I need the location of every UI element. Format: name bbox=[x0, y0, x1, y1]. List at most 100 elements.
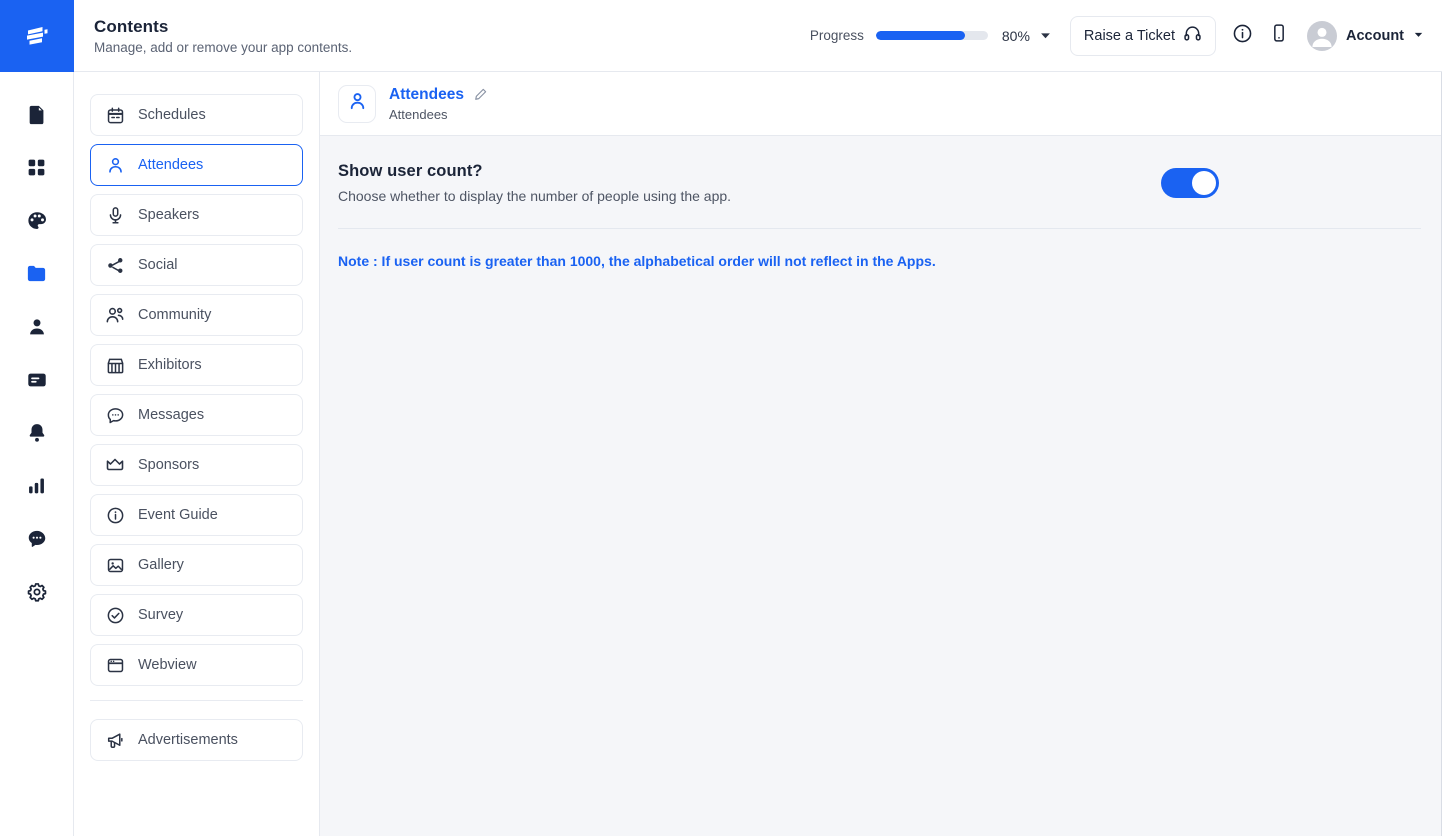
rail-item-appearance[interactable] bbox=[0, 194, 74, 247]
progress-label: Progress bbox=[809, 28, 864, 43]
content-title: Attendees bbox=[389, 85, 464, 103]
settings-panel: Show user count? Choose whether to displ… bbox=[320, 136, 1441, 836]
menu-item-label: Webview bbox=[138, 657, 197, 673]
content-header: Attendees Attendees bbox=[320, 72, 1441, 136]
person-icon bbox=[105, 155, 125, 175]
check-circle-icon bbox=[105, 605, 125, 625]
people-icon bbox=[105, 305, 125, 325]
card-list-icon bbox=[26, 369, 48, 391]
contents-menu-column: Schedules Attendees Speakers Social Comm… bbox=[74, 0, 320, 836]
crown-icon bbox=[105, 455, 125, 475]
menu-item-label: Schedules bbox=[138, 107, 206, 123]
rail-item-people[interactable] bbox=[0, 300, 74, 353]
menu-item-exhibitors[interactable]: Exhibitors bbox=[90, 344, 303, 386]
info-button[interactable] bbox=[1232, 23, 1253, 49]
content-header-text: Attendees Attendees bbox=[389, 86, 488, 122]
bell-icon bbox=[26, 422, 48, 444]
info-circle-icon bbox=[105, 505, 125, 525]
menu-item-label: Advertisements bbox=[138, 732, 238, 748]
mobile-phone-icon bbox=[1269, 23, 1289, 48]
menu-item-label: Attendees bbox=[138, 157, 204, 173]
progress-bar-fill bbox=[875, 31, 966, 40]
menu-item-label: Sponsors bbox=[138, 457, 200, 473]
menu-item-survey[interactable]: Survey bbox=[90, 594, 303, 636]
headset-icon bbox=[1183, 24, 1202, 47]
palette-icon bbox=[26, 210, 48, 232]
setting-description: Choose whether to display the number of … bbox=[338, 188, 732, 204]
menu-item-schedules[interactable]: Schedules bbox=[90, 94, 303, 136]
rail-item-notifications[interactable] bbox=[0, 406, 74, 459]
image-icon bbox=[105, 555, 125, 575]
grid-apps-icon bbox=[26, 157, 47, 178]
setting-title: Show user count? bbox=[338, 162, 483, 180]
content-scroll-area: Attendees Attendees Show user count? Cho… bbox=[320, 72, 1441, 836]
account-label: Account bbox=[1346, 27, 1404, 44]
info-circle-icon bbox=[1232, 23, 1253, 49]
rail-item-settings[interactable] bbox=[0, 565, 74, 618]
toggle-knob bbox=[1192, 171, 1216, 195]
menu-item-social[interactable]: Social bbox=[90, 244, 303, 286]
gear-icon bbox=[26, 581, 48, 603]
show-user-count-toggle[interactable] bbox=[1161, 168, 1219, 198]
menu-item-label: Survey bbox=[138, 607, 184, 623]
page-title: Contents bbox=[94, 16, 169, 36]
show-user-count-setting: Show user count? Choose whether to displ… bbox=[338, 136, 1421, 228]
rail-item-apps[interactable] bbox=[0, 141, 74, 194]
pencil-edit-icon[interactable] bbox=[473, 87, 488, 102]
person-icon bbox=[26, 316, 48, 338]
calendar-icon bbox=[105, 105, 125, 125]
chat-bubble-icon bbox=[26, 528, 48, 550]
chat-bubble-icon bbox=[105, 405, 125, 425]
page-subtitle: Manage, add or remove your app contents. bbox=[94, 39, 353, 55]
menu-item-gallery[interactable]: Gallery bbox=[90, 544, 303, 586]
rail-item-document[interactable] bbox=[0, 88, 74, 141]
menu-item-advertisements[interactable]: Advertisements bbox=[90, 719, 303, 761]
progress-percent: 80% bbox=[1001, 27, 1030, 44]
menu-item-label: Community bbox=[138, 307, 212, 323]
top-bar: Contents Manage, add or remove your app … bbox=[74, 0, 1442, 72]
note-text: Note : If user count is greater than 100… bbox=[338, 253, 936, 269]
top-bar-controls: Progress 80% Raise a Ticket Account bbox=[809, 15, 1424, 56]
menu-item-event-guide[interactable]: Event Guide bbox=[90, 494, 303, 536]
menu-item-sponsors[interactable]: Sponsors bbox=[90, 444, 303, 486]
browser-window-icon bbox=[105, 655, 125, 675]
menu-item-speakers[interactable]: Speakers bbox=[90, 194, 303, 236]
rail-item-analytics[interactable] bbox=[0, 459, 74, 512]
raise-ticket-label: Raise a Ticket bbox=[1083, 27, 1175, 44]
menu-item-messages[interactable]: Messages bbox=[90, 394, 303, 436]
contents-menu-list: Schedules Attendees Speakers Social Comm… bbox=[74, 72, 319, 769]
person-icon bbox=[347, 91, 368, 117]
raise-ticket-button[interactable]: Raise a Ticket bbox=[1069, 15, 1216, 56]
content-title-row: Attendees bbox=[389, 86, 488, 104]
menu-item-label: Exhibitors bbox=[138, 357, 202, 373]
store-icon bbox=[105, 355, 125, 375]
icon-rail bbox=[0, 0, 74, 836]
content-icon-box bbox=[338, 84, 376, 123]
app-root: Schedules Attendees Speakers Social Comm… bbox=[0, 0, 1442, 836]
rail-item-cards[interactable] bbox=[0, 353, 74, 406]
megaphone-icon bbox=[105, 730, 125, 750]
progress-bar[interactable] bbox=[875, 31, 988, 40]
menu-item-label: Social bbox=[138, 257, 178, 273]
menu-item-webview[interactable]: Webview bbox=[90, 644, 303, 686]
bar-chart-icon bbox=[26, 475, 47, 496]
avatar bbox=[1307, 20, 1337, 51]
setting-text-block: Show user count? Choose whether to displ… bbox=[338, 162, 1161, 204]
account-menu[interactable]: Account bbox=[1307, 20, 1424, 51]
menu-item-community[interactable]: Community bbox=[90, 294, 303, 336]
rail-item-contents[interactable] bbox=[0, 247, 74, 300]
mobile-preview-button[interactable] bbox=[1269, 23, 1289, 48]
microphone-icon bbox=[105, 205, 125, 225]
rail-icon-list bbox=[0, 72, 74, 618]
menu-item-label: Gallery bbox=[138, 557, 184, 573]
menu-divider bbox=[90, 700, 303, 701]
main-area: Contents Manage, add or remove your app … bbox=[74, 0, 1442, 836]
menu-item-label: Speakers bbox=[138, 207, 200, 223]
app-logo[interactable] bbox=[0, 0, 74, 72]
folder-icon bbox=[25, 262, 48, 285]
menu-item-attendees[interactable]: Attendees bbox=[90, 144, 303, 186]
menu-item-label: Messages bbox=[138, 407, 205, 423]
content-subtitle: Attendees bbox=[389, 106, 448, 122]
chevron-down-icon[interactable] bbox=[1039, 29, 1052, 42]
rail-item-chat[interactable] bbox=[0, 512, 74, 565]
